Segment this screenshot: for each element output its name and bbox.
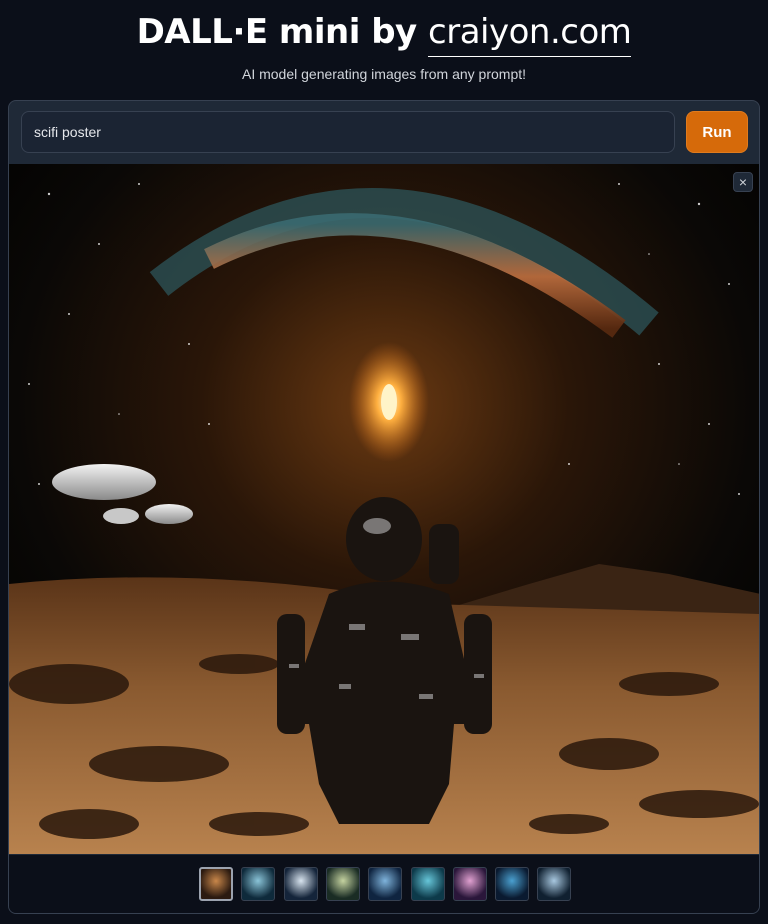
gallery-thumbnail[interactable] [241, 867, 276, 901]
close-image-button[interactable]: × [733, 172, 753, 192]
gallery-thumbnail[interactable] [325, 867, 360, 901]
header: DALL·E mini by craiyon.com AI model gene… [0, 0, 768, 100]
gallery-thumbnail[interactable] [283, 867, 318, 901]
page-subtitle: AI model generating images from any prom… [241, 66, 527, 82]
gallery-thumbnail[interactable] [368, 867, 403, 901]
thumbnail-strip [9, 854, 759, 913]
brand-link[interactable]: craiyon.com [428, 12, 632, 57]
app-panel: Run [8, 100, 760, 914]
prompt-input[interactable] [21, 111, 675, 153]
gallery-thumbnail[interactable] [495, 867, 530, 901]
page-title: DALL·E mini by craiyon.com [0, 12, 768, 57]
gallery-thumbnail[interactable] [410, 867, 445, 901]
generated-image-graphic [9, 164, 759, 854]
gallery-thumbnail[interactable] [199, 867, 233, 901]
title-main: DALL·E mini by [136, 12, 429, 52]
gallery-thumbnail[interactable] [452, 867, 487, 901]
run-button[interactable]: Run [686, 111, 748, 153]
gallery-thumbnail[interactable] [537, 867, 572, 901]
generated-image[interactable]: × [9, 164, 759, 854]
